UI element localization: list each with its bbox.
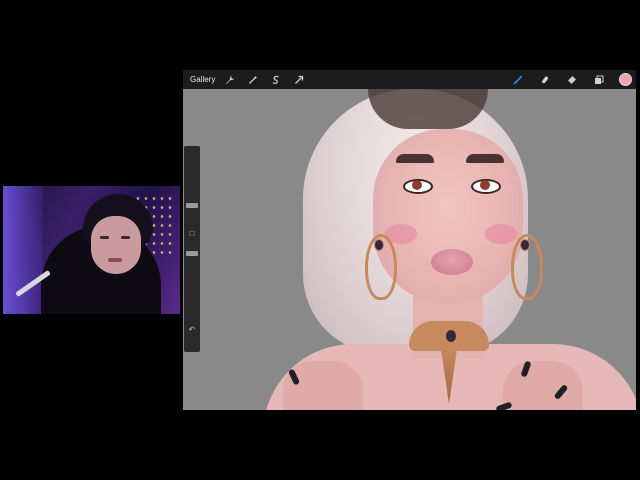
smudge-icon[interactable] xyxy=(538,73,552,87)
streamer-eye-left xyxy=(100,236,109,239)
gallery-button[interactable]: Gallery xyxy=(190,75,215,84)
procreate-app: Gallery xyxy=(183,70,636,410)
transform-arrow-icon[interactable] xyxy=(292,73,306,87)
streamer-face xyxy=(91,216,141,274)
top-toolbar: Gallery xyxy=(183,70,636,89)
ring-light-glow xyxy=(3,186,43,314)
selection-icon[interactable] xyxy=(269,73,283,87)
streamer-lips xyxy=(108,258,122,262)
modify-button[interactable]: □ xyxy=(187,228,197,238)
opacity-slider[interactable] xyxy=(186,251,198,256)
streamer-eye-right xyxy=(121,236,130,239)
artwork-hand-right xyxy=(503,361,583,410)
artwork-lips xyxy=(431,249,473,275)
magic-wand-icon[interactable] xyxy=(246,73,260,87)
brush-icon[interactable] xyxy=(511,73,525,87)
artwork-brow-left xyxy=(396,154,434,163)
wrench-icon[interactable] xyxy=(223,73,237,87)
artwork-hand-left xyxy=(283,361,363,410)
webcam-overlay xyxy=(3,186,180,314)
artwork-iris-left xyxy=(412,180,422,190)
artwork-iris-right xyxy=(480,180,490,190)
undo-icon[interactable]: ↶ xyxy=(187,324,197,334)
eraser-icon[interactable] xyxy=(565,73,579,87)
artwork-blush-right xyxy=(485,224,517,244)
brush-size-slider[interactable] xyxy=(186,203,198,208)
artwork-earring-gem-right xyxy=(520,239,530,251)
right-toolbar-tools xyxy=(511,73,632,87)
layers-icon[interactable] xyxy=(592,73,606,87)
artwork-brow-right xyxy=(466,154,504,163)
drawing-canvas[interactable] xyxy=(183,89,636,410)
color-swatch[interactable] xyxy=(619,73,632,86)
artwork-choker-gem xyxy=(445,329,457,343)
left-toolbar-tools xyxy=(223,73,306,87)
brush-side-panel: □ ↶ xyxy=(184,146,200,352)
artwork-earring-gem-left xyxy=(374,239,384,251)
